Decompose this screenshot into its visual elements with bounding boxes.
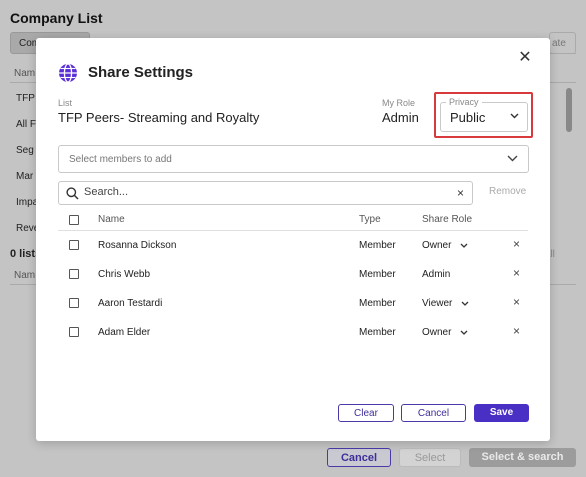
chevron-down-icon[interactable] xyxy=(461,301,469,306)
column-header-share-role: Share Role xyxy=(422,214,473,225)
page-cancel-button[interactable]: Cancel xyxy=(327,448,391,467)
table-row: Adam Elder Member Owner × xyxy=(58,318,528,347)
member-name: Adam Elder xyxy=(98,327,151,338)
list-item[interactable]: TFP xyxy=(16,93,35,104)
share-settings-dialog: ✕ Share Settings List TFP Peers- Streami… xyxy=(36,38,550,441)
page-select-search-button[interactable]: Select & search xyxy=(469,448,576,467)
member-type: Member xyxy=(359,269,396,280)
share-role-select[interactable]: Owner xyxy=(422,327,468,338)
chevron-down-icon[interactable] xyxy=(460,243,468,248)
list-label: List xyxy=(58,98,73,108)
table-row: Chris Webb Member Admin × xyxy=(58,260,528,289)
clear-button[interactable]: Clear xyxy=(338,404,394,422)
share-role-value: Owner xyxy=(422,327,452,338)
my-role-label: My Role xyxy=(382,98,416,108)
table-row: Rosanna Dickson Member Owner × xyxy=(58,231,528,260)
list-item[interactable]: Impa xyxy=(16,197,38,208)
share-role-value: Admin xyxy=(422,269,451,280)
remove-member-icon[interactable]: × xyxy=(513,324,520,338)
globe-icon xyxy=(59,63,77,83)
save-button[interactable]: Save xyxy=(474,404,529,422)
dialog-title: Share Settings xyxy=(88,64,194,81)
chevron-down-icon[interactable] xyxy=(510,113,519,119)
column-header-name: Nam xyxy=(14,68,36,79)
scrollbar[interactable] xyxy=(566,88,572,132)
list-item[interactable]: Seg xyxy=(16,145,34,156)
search-input[interactable] xyxy=(84,186,434,198)
cancel-button[interactable]: Cancel xyxy=(401,404,466,422)
page-title: Company List xyxy=(10,10,103,26)
member-name: Aaron Testardi xyxy=(98,298,163,309)
row-checkbox[interactable] xyxy=(69,240,79,250)
row-checkbox[interactable] xyxy=(69,327,79,337)
list-name: TFP Peers- Streaming and Royalty xyxy=(58,110,260,125)
search-box: × xyxy=(58,181,473,205)
table-row: Aaron Testardi Member Viewer × xyxy=(58,289,528,318)
row-checkbox[interactable] xyxy=(69,269,79,279)
privacy-value[interactable]: Public xyxy=(450,110,485,125)
remove-member-icon[interactable]: × xyxy=(513,295,520,309)
row-checkbox[interactable] xyxy=(69,298,79,308)
clear-search-icon[interactable]: × xyxy=(457,186,464,200)
close-icon[interactable]: ✕ xyxy=(517,50,533,66)
share-role-value: Viewer xyxy=(422,298,453,309)
search-icon xyxy=(66,187,79,200)
member-name: Chris Webb xyxy=(98,269,151,280)
remove-button[interactable]: Remove xyxy=(489,186,526,197)
page-select-button[interactable]: Select xyxy=(399,448,461,467)
member-type: Member xyxy=(359,327,396,338)
chevron-down-icon[interactable] xyxy=(460,330,468,335)
create-button[interactable]: ate xyxy=(549,32,576,54)
list-item[interactable]: Mar xyxy=(16,171,33,182)
select-all-checkbox[interactable] xyxy=(69,215,79,225)
chevron-down-icon[interactable] xyxy=(507,155,518,162)
member-name: Rosanna Dickson xyxy=(98,240,177,251)
members-select[interactable]: Select members to add xyxy=(58,145,529,173)
column-header-name-2: Nam xyxy=(14,270,36,281)
share-role-value: Owner xyxy=(422,240,452,251)
remove-member-icon[interactable]: × xyxy=(513,266,520,280)
members-placeholder: Select members to add xyxy=(69,154,172,165)
member-type: Member xyxy=(359,240,396,251)
my-role-value: Admin xyxy=(382,110,419,125)
list-item[interactable]: All F xyxy=(16,119,36,130)
share-role-select[interactable]: Viewer xyxy=(422,298,469,309)
members-table-header: Name Type Share Role xyxy=(58,210,528,231)
share-role-select[interactable]: Owner xyxy=(422,240,468,251)
privacy-label: Privacy xyxy=(446,97,482,107)
column-header-name: Name xyxy=(98,214,125,225)
member-type: Member xyxy=(359,298,396,309)
column-header-type: Type xyxy=(359,214,381,225)
remove-member-icon[interactable]: × xyxy=(513,237,520,251)
